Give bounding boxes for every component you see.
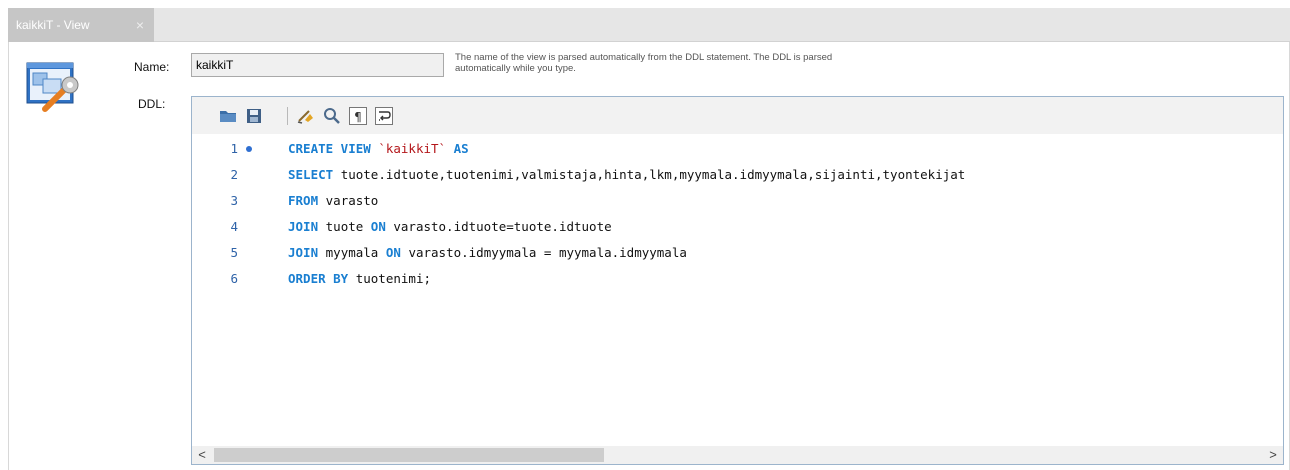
code-line[interactable]: 3 FROM varasto [192, 188, 1283, 214]
name-hint-text: The name of the view is parsed automatic… [455, 52, 833, 74]
code-area[interactable]: 1 CREATE VIEW `kaikkiT` AS 2 SELECT tuote.i… [192, 136, 1283, 436]
ddl-label: DDL: [138, 97, 166, 111]
sql-token: tuote.idtuote,tuotenimi,valmistaja,hinta… [340, 167, 966, 182]
line-number: 5 [230, 245, 238, 260]
svg-text:¶: ¶ [354, 110, 362, 124]
sql-token: myymala [325, 245, 386, 260]
sql-token: varasto.idtuote=tuote.idtuote [393, 219, 612, 234]
name-label: Name: [134, 60, 170, 74]
line-number: 1 [230, 141, 238, 156]
view-icon [26, 62, 79, 112]
code-text: FROM varasto [288, 188, 378, 214]
scroll-right-arrow[interactable]: > [1263, 446, 1283, 464]
sql-keyword: AS [446, 141, 469, 156]
sql-keyword: FROM [288, 193, 326, 208]
sql-identifier-quoted: `kaikkiT` [378, 141, 447, 156]
close-icon[interactable]: × [136, 8, 144, 42]
open-folder-icon[interactable] [218, 106, 238, 126]
sql-token: tuotenimi; [355, 271, 431, 286]
code-line[interactable]: 6 ORDER BY tuotenimi; [192, 266, 1283, 292]
tab-title: kaikkiT - View [16, 18, 90, 32]
code-text: SELECT tuote.idtuote,tuotenimi,valmistaj… [288, 162, 965, 188]
code-line[interactable]: 4 JOIN tuote ON varasto.idtuote=tuote.idt… [192, 214, 1283, 240]
sql-keyword: ORDER BY [288, 271, 356, 286]
sql-keyword: JOIN [288, 219, 326, 234]
view-editor-panel: Name: The name of the view is parsed aut… [8, 42, 1290, 470]
sql-token: varasto.idmyymala = myymala.idmyymala [408, 245, 687, 260]
name-field[interactable] [191, 53, 444, 77]
code-line[interactable]: 1 CREATE VIEW `kaikkiT` AS [192, 136, 1283, 162]
sql-keyword: ON [385, 245, 409, 260]
ddl-editor[interactable]: ¶ 1 CREATE VIEW `kaikkiT` AS 2 SELECT tuote… [191, 96, 1284, 465]
invisible-chars-icon[interactable]: ¶ [348, 106, 368, 126]
statement-marker-icon [246, 146, 252, 152]
sql-keyword: CREATE VIEW [288, 141, 379, 156]
tab-bar: kaikkiT - View × [8, 8, 1290, 42]
scrollbar-thumb[interactable] [214, 448, 604, 462]
scroll-left-arrow[interactable]: < [192, 446, 212, 464]
sql-keyword: JOIN [288, 245, 326, 260]
line-number: 2 [230, 167, 238, 182]
line-number: 3 [230, 193, 238, 208]
editor-toolbar: ¶ [192, 97, 1283, 134]
code-text: ORDER BY tuotenimi; [288, 266, 431, 292]
horizontal-scrollbar[interactable]: < > [192, 446, 1283, 464]
beautify-icon[interactable] [296, 106, 316, 126]
code-text: JOIN tuote ON varasto.idtuote=tuote.idtu… [288, 214, 612, 240]
sql-keyword: ON [370, 219, 394, 234]
line-number: 4 [230, 219, 238, 234]
toolbar-separator [287, 107, 288, 125]
code-text: CREATE VIEW `kaikkiT` AS [288, 136, 469, 162]
word-wrap-icon[interactable] [374, 106, 394, 126]
sql-token: varasto [325, 193, 379, 208]
save-icon[interactable] [244, 106, 264, 126]
line-number: 6 [230, 271, 238, 286]
find-icon[interactable] [322, 106, 342, 126]
tab-view-editor[interactable]: kaikkiT - View × [8, 8, 154, 42]
sql-keyword: SELECT [288, 167, 341, 182]
code-line[interactable]: 5 JOIN myymala ON varasto.idmyymala = myy… [192, 240, 1283, 266]
sql-token: tuote [325, 219, 371, 234]
code-line[interactable]: 2 SELECT tuote.idtuote,tuotenimi,valmista… [192, 162, 1283, 188]
code-text: JOIN myymala ON varasto.idmyymala = myym… [288, 240, 687, 266]
